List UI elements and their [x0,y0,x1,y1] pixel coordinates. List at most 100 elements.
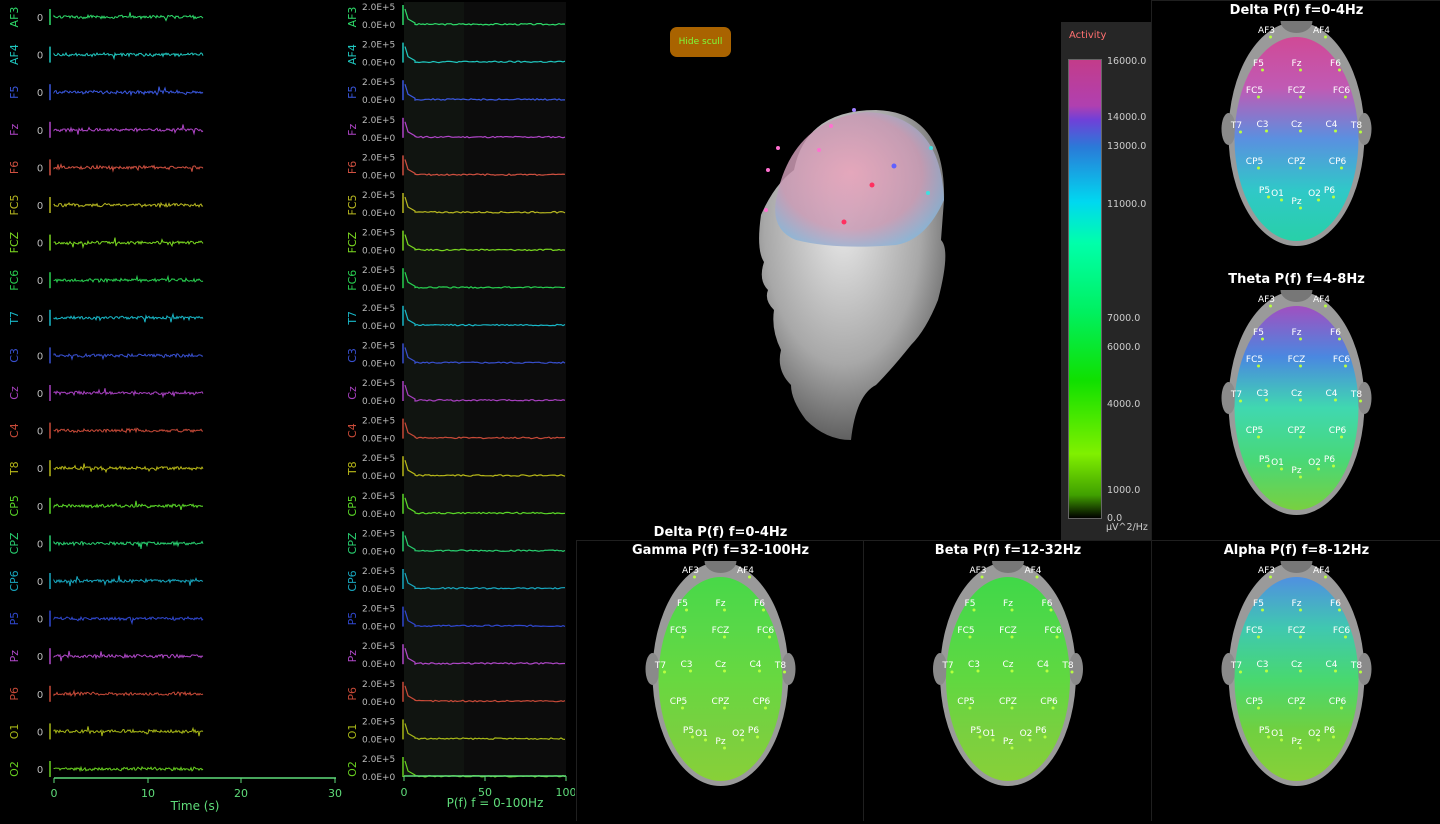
electrode-label: P5 [1259,726,1270,736]
electrode-label: C3 [1256,389,1268,399]
electrode-dot [1338,337,1341,341]
eeg-channel-label: O2 [8,761,21,777]
eeg-channel-label: Cz [8,386,21,400]
colorbar-label: 4000.0 [1107,399,1141,410]
psd-y-bottom-label: 0.0E+0 [362,472,396,482]
electrode-dot [1265,129,1268,133]
map-alpha: Alpha P(f) f=8-12Hz AF3 AF4 F5 Fz F6 FC5 FCZ FC… [1151,540,1440,821]
electrode-dot [1267,735,1270,739]
eeg-trace [53,86,204,97]
eeg-channel-label: O1 [8,724,21,740]
electrode-label: C3 [680,660,692,670]
electrode-label: Cz [1291,389,1302,399]
eeg-zero-label: 0 [37,577,43,588]
electrode-dot [689,669,692,673]
electrode-label: AF4 [1313,295,1330,305]
electrode-label: Cz [1291,660,1302,670]
electrode-label: Pz [1291,737,1301,747]
electrode-label: T8 [774,661,786,671]
electrode-dot [1239,399,1242,403]
eeg-channel-label: P5 [8,612,21,626]
eeg-trace [53,352,204,361]
eeg-x-tick-label: 20 [234,787,248,800]
electrode-label: FCZ [1288,626,1306,636]
electrode-label: C4 [1037,660,1049,670]
electrode-dot [1257,166,1260,170]
electrode-dot [1239,130,1242,134]
eeg-trace [53,765,204,773]
electrode-dot [1257,435,1260,439]
electrode-label: T7 [1230,390,1242,400]
power-spectrum-chart: AF3 2.0E+50.0E+0AF4 2.0E+50.0E+0F52.0E+50.… [346,2,577,810]
hide-scull-button[interactable]: Hide scull [670,27,731,57]
psd-channel-label: P6 [346,687,359,701]
electrode-label: O2 [1308,458,1321,468]
colorbar-label: 16000.0 [1107,56,1147,67]
eeg-channel-label: Fz [8,124,21,136]
electrode-label: CP6 [1329,157,1347,167]
electrode-dot [1299,398,1302,402]
electrode-label: T7 [941,661,953,671]
eeg-channel-label: C4 [8,423,21,438]
electrode-dot [1344,364,1347,368]
electrode-label: CP5 [1246,157,1263,167]
electrode-dot [748,575,751,579]
electrode-label: O2 [1308,189,1321,199]
psd-y-top-label: 2.0E+5 [362,605,395,615]
electrode-label: FC5 [957,626,974,636]
electrode-dot [1028,738,1032,742]
eeg-channel-label: AF3 [8,7,21,28]
topomap-theta: AF3 AF4 F5 Fz F6 FC5 FCZ FC6 T7 C3 Cz C4 T8 CP5 CPZ CP6… [1221,290,1372,515]
electrode-dot [1045,669,1049,673]
psd-channel-label: AF4 [346,44,359,65]
psd-y-top-label: 2.0E+5 [362,379,395,389]
electrode-dot [950,670,954,674]
electrode-label: AF3 [682,566,699,576]
psd-band-shade [404,2,464,776]
psd-y-bottom-label: 0.0E+0 [362,585,396,595]
electrode-dot [1334,398,1337,402]
electrode-label: P6 [1324,726,1335,736]
electrode-label: CP6 [1329,426,1347,436]
electrode-label: CPZ [1288,697,1306,707]
eeg-trace [53,124,204,136]
eeg-trace [53,163,204,173]
psd-y-top-label: 2.0E+5 [362,304,395,314]
map-title-beta: Beta P(f) f=12-32Hz [934,543,1082,558]
topomap-gamma: AF3 AF4 F5 Fz F6 FC5 FCZ FC6 T7 C3 Cz C4 T8 CP5 CPZ CP6… [645,561,796,786]
psd-y-bottom-label: 0.0E+0 [362,284,396,294]
electrode-label: CP5 [1246,426,1263,436]
electrode-label: AF3 [1258,26,1275,36]
electrode-label: C3 [1256,120,1268,130]
electrode-label: C4 [1325,389,1337,399]
electrode-label: P6 [748,726,759,736]
psd-channel-label: FC5 [346,194,359,215]
electrode-dot [704,738,707,742]
electrode-label: P6 [1035,726,1046,736]
eeg-zero-label: 0 [37,727,43,738]
psd-y-bottom-label: 0.0E+0 [362,510,396,520]
eeg-channel-label: FC6 [8,270,21,291]
eeg-channel-label: CP6 [8,570,21,591]
psd-channel-label: T7 [346,311,359,326]
electrode-label: P5 [1259,455,1270,465]
map-gamma: Delta P(f) f=0-4Hz Gamma P(f) f=32-100Hz… [576,525,864,821]
electrode-dot [1257,364,1260,368]
electrode-label: C4 [749,660,761,670]
eeg-trace [53,689,204,698]
electrode-dot [693,575,696,579]
electrode-label: P6 [1324,186,1335,196]
psd-y-bottom-label: 0.0E+0 [362,322,396,332]
eeg-x-axis-label: Time (s) [170,799,220,813]
psd-channel-label: T8 [346,461,359,476]
electrode-dot [1261,68,1264,72]
electrode-dot [1267,195,1270,199]
electrode-dot [663,670,666,674]
electrode-dot [1338,68,1341,72]
colorbar-label: 7000.0 [1107,313,1141,324]
electrode-dot [681,706,684,710]
psd-y-top-label: 2.0E+5 [362,191,395,201]
electrode-label: O1 [1271,458,1284,468]
electrode-dot [1051,706,1055,710]
electrode-dot [1299,635,1302,639]
